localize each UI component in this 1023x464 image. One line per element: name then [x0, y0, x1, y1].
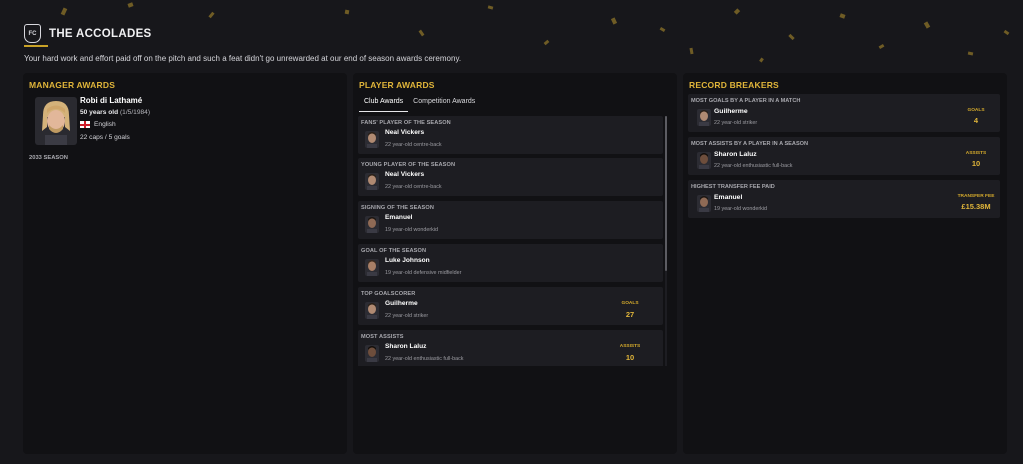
- award-card[interactable]: TOP GOALSCORER Guilherme 22 year-old str…: [358, 287, 663, 325]
- player-name[interactable]: Neal Vickers: [385, 171, 424, 178]
- tab-competition-awards[interactable]: Competition Awards: [408, 96, 480, 112]
- record-category: HIGHEST TRANSFER FEE PAID: [691, 184, 775, 190]
- player-name[interactable]: Sharon Laluz: [714, 151, 757, 158]
- manager-name[interactable]: Robi di Lathamé: [80, 96, 142, 105]
- stat-label: GOALS: [621, 301, 639, 306]
- award-category: YOUNG PLAYER OF THE SEASON: [361, 162, 456, 168]
- player-name[interactable]: Luke Johnson: [385, 257, 430, 264]
- player-description: 22 year-old striker: [714, 120, 758, 126]
- scrollbar-thumb[interactable]: [665, 116, 667, 271]
- award-card[interactable]: MOST ASSISTS Sharon Laluz 22 year-old en…: [358, 330, 663, 366]
- record-category: MOST GOALS BY A PLAYER IN A MATCH: [691, 98, 801, 104]
- player-avatar: [697, 152, 711, 169]
- title-underline: [24, 45, 48, 47]
- season-label: 2033 SEASON: [29, 155, 68, 161]
- stat-value: 10: [971, 159, 981, 168]
- player-avatar: [365, 173, 379, 190]
- player-name[interactable]: Neal Vickers: [385, 129, 424, 136]
- player-avatar: [365, 131, 379, 148]
- award-card[interactable]: YOUNG PLAYER OF THE SEASON Neal Vickers …: [358, 158, 663, 196]
- stat-label: ASSISTS: [619, 344, 641, 349]
- england-flag-icon: [80, 121, 90, 128]
- player-description: 22 year-old striker: [385, 313, 429, 319]
- stat-label: ASSISTS: [965, 151, 987, 156]
- player-name[interactable]: Guilherme: [385, 300, 418, 307]
- manager-portrait: [35, 97, 77, 145]
- manager-caps: 22 caps / 5 goals: [80, 134, 130, 141]
- record-category: MOST ASSISTS BY A PLAYER IN A SEASON: [691, 141, 809, 147]
- player-awards-panel: PLAYER AWARDS Club Awards Competition Aw…: [353, 73, 677, 454]
- record-breakers-title: RECORD BREAKERS: [689, 80, 779, 90]
- award-category: FANS' PLAYER OF THE SEASON: [361, 120, 451, 126]
- player-description: 19 year-old defensive midfielder: [385, 270, 462, 276]
- award-category: TOP GOALSCORER: [361, 291, 416, 297]
- page-title: THE ACCOLADES: [49, 27, 152, 40]
- stat-value: 4: [973, 116, 979, 125]
- manager-age: 50 years old (1/5/1984): [80, 109, 151, 116]
- manager-awards-panel: MANAGER AWARDS Robi di Lathamé 50 years …: [23, 73, 347, 454]
- stat-value: 10: [625, 353, 635, 362]
- award-tabs: Club Awards Competition Awards: [359, 96, 480, 112]
- player-description: 22 year-old enthusiastic full-back: [714, 163, 793, 169]
- player-description: 22 year-old centre-back: [385, 184, 442, 190]
- player-name[interactable]: Emanuel: [385, 214, 412, 221]
- player-name[interactable]: Sharon Laluz: [385, 343, 426, 350]
- player-description: 22 year-old centre-back: [385, 142, 442, 148]
- player-avatar: [365, 216, 379, 233]
- record-breakers-panel: RECORD BREAKERS MOST GOALS BY A PLAYER I…: [683, 73, 1007, 454]
- page-intro: Your hard work and effort paid off on th…: [24, 54, 462, 63]
- player-description: 19 year-old wonderkid: [714, 206, 768, 212]
- player-description: 19 year-old wonderkid: [385, 227, 439, 233]
- player-name[interactable]: Guilherme: [714, 108, 748, 115]
- award-card[interactable]: GOAL OF THE SEASON Luke Johnson 19 year-…: [358, 244, 663, 282]
- stat-label: TRANSFER FEE: [957, 194, 995, 199]
- award-category: SIGNING OF THE SEASON: [361, 205, 434, 211]
- record-card[interactable]: MOST GOALS BY A PLAYER IN A MATCH Guilhe…: [688, 94, 1000, 132]
- player-name[interactable]: Emanuel: [714, 194, 742, 201]
- award-category: MOST ASSISTS: [361, 334, 404, 340]
- player-description: 22 year-old enthusiastic full-back: [385, 356, 464, 362]
- award-card[interactable]: SIGNING OF THE SEASON Emanuel 19 year-ol…: [358, 201, 663, 239]
- award-card[interactable]: FANS' PLAYER OF THE SEASON Neal Vickers …: [358, 116, 663, 154]
- stat-value: £15.38M: [961, 202, 991, 211]
- award-category: GOAL OF THE SEASON: [361, 248, 427, 254]
- player-avatar: [697, 195, 711, 212]
- player-awards-title: PLAYER AWARDS: [359, 80, 435, 90]
- award-list: FANS' PLAYER OF THE SEASON Neal Vickers …: [358, 116, 664, 366]
- player-avatar: [365, 259, 379, 276]
- tab-club-awards[interactable]: Club Awards: [359, 96, 409, 112]
- player-avatar: [365, 345, 379, 362]
- stat-label: GOALS: [967, 108, 985, 113]
- club-crest-icon: FC: [24, 24, 41, 43]
- record-card[interactable]: MOST ASSISTS BY A PLAYER IN A SEASON Sha…: [688, 137, 1000, 175]
- manager-awards-title: MANAGER AWARDS: [29, 80, 116, 90]
- player-avatar: [697, 109, 711, 126]
- page-header: FC THE ACCOLADES: [24, 24, 152, 43]
- stat-value: 27: [625, 310, 635, 319]
- manager-nationality: English: [80, 121, 116, 128]
- player-avatar: [365, 302, 379, 319]
- record-card[interactable]: HIGHEST TRANSFER FEE PAID Emanuel 19 yea…: [688, 180, 1000, 218]
